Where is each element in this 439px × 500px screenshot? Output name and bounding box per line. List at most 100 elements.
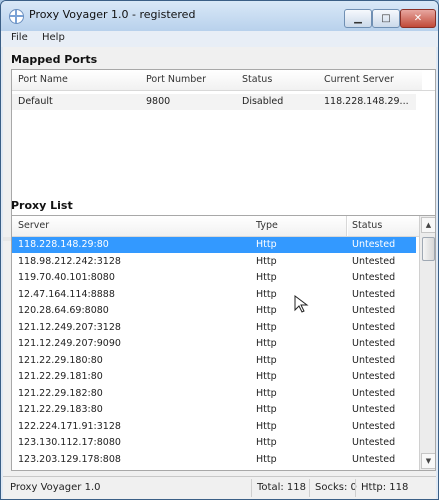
server-cell: 121.22.29.182:80 xyxy=(18,387,103,399)
scroll-up-icon: ▲ xyxy=(425,221,432,229)
minimize-button[interactable]: ▁ xyxy=(344,9,372,28)
mapped-port-row[interactable]: Default 9800 Disabled 118.228.148.29... xyxy=(12,94,416,110)
status-bar: Proxy Voyager 1.0 Total: 118 Socks: 0 Ht… xyxy=(3,476,436,499)
column-port-number[interactable]: Port Number xyxy=(144,70,236,90)
server-cell: 123.130.112.17:8080 xyxy=(18,437,121,448)
main-panel: Mapped Ports Port Name Port Number Statu… xyxy=(3,47,436,499)
status-cell: Untested xyxy=(352,239,396,250)
menu-bar: File Help xyxy=(1,31,438,47)
proxy-row[interactable]: 123.203.129.178:808 Http Untested xyxy=(12,452,416,468)
type-cell: Http xyxy=(256,453,277,465)
type-cell: Http xyxy=(256,255,277,267)
server-cell: 12.47.164.114:8888 xyxy=(18,288,115,300)
proxy-row[interactable]: 118.228.148.29:80 Http Untested xyxy=(12,237,416,253)
server-cell: 122.224.171.91:3128 xyxy=(18,420,121,432)
menu-help[interactable]: Help xyxy=(42,32,65,43)
type-cell: Http xyxy=(256,437,277,448)
type-cell: Http xyxy=(256,371,277,382)
server-cell: 118.98.212.242:3128 xyxy=(18,255,121,267)
scroll-down-icon: ▼ xyxy=(425,457,432,465)
server-cell: 123.203.129.178:808 xyxy=(18,453,121,465)
server-cell: 119.70.40.101:8080 xyxy=(18,272,115,283)
mouse-pointer-icon xyxy=(294,295,309,313)
scroll-thumb[interactable] xyxy=(422,237,435,261)
server-cell: 121.22.29.181:80 xyxy=(18,371,103,382)
app-window: Proxy Voyager 1.0 - registered ▁ □ ✕ Fil… xyxy=(0,0,439,500)
proxy-row[interactable]: 121.22.29.183:80 Http Untested xyxy=(12,402,416,418)
status-cell: Untested xyxy=(352,305,396,316)
status-cell: Untested xyxy=(352,437,396,448)
type-cell: Http xyxy=(256,354,277,366)
proxy-row[interactable]: 121.22.29.182:80 Http Untested xyxy=(12,386,416,402)
type-cell: Http xyxy=(256,272,277,283)
column-server[interactable]: Server xyxy=(12,216,253,236)
window-title: Proxy Voyager 1.0 - registered xyxy=(29,8,196,21)
menu-file[interactable]: File xyxy=(11,32,28,43)
type-cell: Http xyxy=(256,288,277,300)
close-icon: ✕ xyxy=(413,13,423,24)
status-cell: Untested xyxy=(352,453,396,465)
status-divider xyxy=(251,479,252,497)
mapped-ports-list[interactable]: Port Name Port Number Status Current Ser… xyxy=(11,69,436,234)
status-total: Total: 118 xyxy=(257,482,306,493)
globe-icon xyxy=(9,9,24,24)
proxy-row[interactable]: 121.12.249.207:3128 Http Untested xyxy=(12,320,416,336)
status-cell: Untested xyxy=(352,288,396,300)
close-button[interactable]: ✕ xyxy=(400,9,436,28)
server-cell: 121.22.29.183:80 xyxy=(18,404,103,415)
maximize-button[interactable]: □ xyxy=(372,9,400,28)
status-divider xyxy=(309,479,310,497)
status-divider xyxy=(355,479,356,497)
minimize-icon: ▁ xyxy=(354,13,362,24)
proxy-row[interactable]: 121.12.249.207:9090 Http Untested xyxy=(12,336,416,352)
port-number-cell: 9800 xyxy=(146,96,171,107)
port-name-cell: Default xyxy=(18,96,53,107)
proxy-row[interactable]: 121.22.29.180:80 Http Untested xyxy=(12,353,416,369)
status-socks: Socks: 0 xyxy=(315,482,357,493)
type-cell: Http xyxy=(256,239,277,250)
scroll-up-button[interactable]: ▲ xyxy=(421,217,435,233)
current-server-cell: 118.228.148.29... xyxy=(324,96,409,107)
status-cell: Untested xyxy=(352,255,396,267)
proxy-row[interactable]: 123.130.112.17:8080 Http Untested xyxy=(12,435,416,451)
column-current-server[interactable]: Current Server xyxy=(319,70,422,90)
server-cell: 121.22.29.180:80 xyxy=(18,354,103,366)
type-cell: Http xyxy=(256,387,277,399)
status-cell: Untested xyxy=(352,338,396,349)
status-cell: Untested xyxy=(352,354,396,366)
mapped-ports-header: Port Name Port Number Status Current Ser… xyxy=(12,70,435,91)
status-cell: Untested xyxy=(352,404,396,415)
server-cell: 118.228.148.29:80 xyxy=(18,239,109,250)
proxy-row[interactable]: 118.98.212.242:3128 Http Untested xyxy=(12,254,416,270)
scroll-down-button[interactable]: ▼ xyxy=(421,453,435,469)
proxy-row[interactable]: 122.224.171.91:3128 Http Untested xyxy=(12,419,416,435)
proxy-row[interactable]: 121.22.29.181:80 Http Untested xyxy=(12,369,416,385)
title-bar[interactable]: Proxy Voyager 1.0 - registered ▁ □ ✕ xyxy=(1,1,438,31)
column-proxy-status[interactable]: Status xyxy=(348,216,419,236)
column-port-name[interactable]: Port Name xyxy=(12,70,145,90)
status-cell: Untested xyxy=(352,387,396,399)
proxy-list-header: Server Type Status xyxy=(12,216,435,237)
proxy-list-scrollbar[interactable]: ▲ ▼ xyxy=(419,216,435,470)
type-cell: Http xyxy=(256,404,277,415)
server-cell: 121.12.249.207:3128 xyxy=(18,321,121,333)
server-cell: 121.12.249.207:9090 xyxy=(18,338,121,349)
column-type[interactable]: Type xyxy=(252,216,347,236)
column-status[interactable]: Status xyxy=(235,70,320,90)
status-cell: Untested xyxy=(352,321,396,333)
proxy-row[interactable]: 12.47.164.114:8888 Http Untested xyxy=(12,287,416,303)
proxy-list-title: Proxy List xyxy=(11,199,73,212)
type-cell: Http xyxy=(256,420,277,432)
status-app-name: Proxy Voyager 1.0 xyxy=(10,482,101,493)
proxy-row[interactable]: 120.28.64.69:8080 Http Untested xyxy=(12,303,416,319)
proxy-list[interactable]: Server Type Status 118.228.148.29:80 Http… xyxy=(11,215,436,471)
status-cell: Untested xyxy=(352,272,396,283)
status-cell: Untested xyxy=(352,420,396,432)
status-http: Http: 118 xyxy=(361,482,409,493)
status-cell: Untested xyxy=(352,371,396,382)
port-status-cell: Disabled xyxy=(242,96,284,107)
proxy-row[interactable]: 119.70.40.101:8080 Http Untested xyxy=(12,270,416,286)
maximize-icon: □ xyxy=(381,13,391,24)
server-cell: 120.28.64.69:8080 xyxy=(18,305,109,316)
type-cell: Http xyxy=(256,305,277,316)
